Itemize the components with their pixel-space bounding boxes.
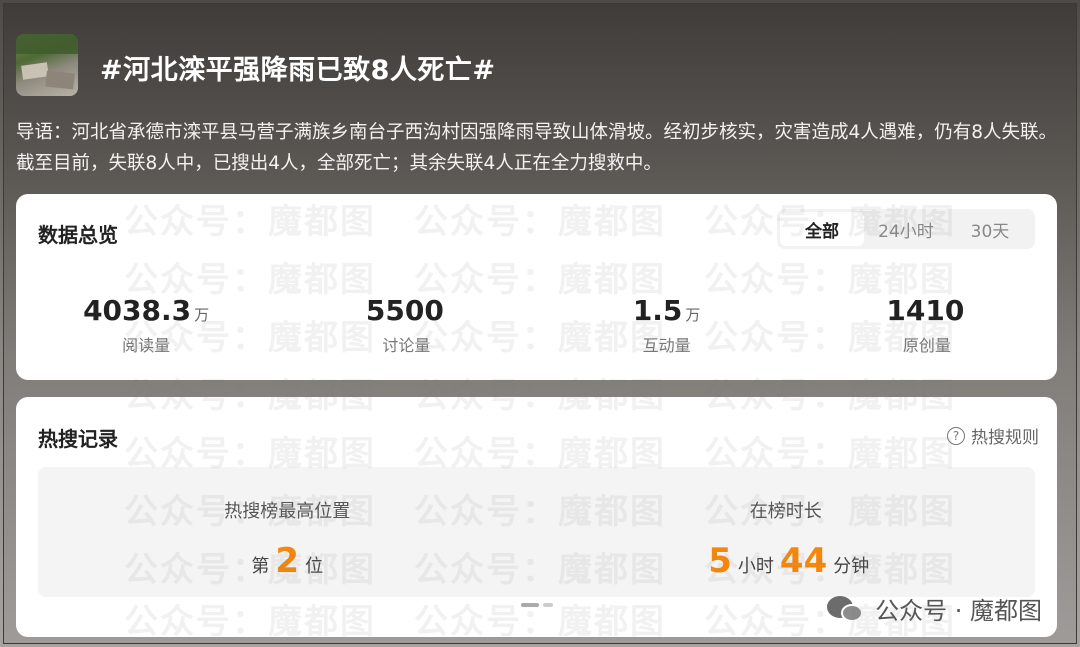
best-position-suffix: 位 [305,556,324,577]
topic-thumbnail[interactable] [16,34,78,96]
time-range-tabs: 全部 24小时 30天 [777,209,1035,249]
stat-originals-value: 1410 [886,294,965,327]
duration-minutes-unit: 分钟 [833,556,870,577]
stat-reads: 4038.3 万 阅读量 [16,294,276,356]
stat-reads-value: 4038.3 [83,294,192,327]
stat-discussions-value: 5500 [365,294,444,327]
duration-hours: 5 [708,541,732,581]
carousel-dots[interactable] [521,603,553,607]
stat-discussions: 5500 讨论量 [276,294,536,356]
stat-originals-label: 原创量 [902,336,951,355]
screenshot-frame: #河北滦平强降雨已致8人死亡# 导语：河北省承德市滦平县马营子满族乡南台子西沟村… [3,3,1077,644]
best-position-caption: 热搜榜最高位置 [224,501,351,522]
duration-caption: 在榜时长 [749,501,822,522]
stat-reads-label: 阅读量 [122,336,171,355]
data-overview-card: 数据总览 全部 24小时 30天 4038.3 万 阅读量 5500 讨论量 1.… [16,194,1057,380]
stat-interactions-label: 互动量 [642,336,691,355]
best-position-cell: 热搜榜最高位置 第 2 位 [38,467,537,597]
best-position-value: 2 [275,541,300,581]
hot-search-title: 热搜记录 [38,427,118,451]
stat-reads-unit: 万 [194,306,210,324]
overview-title: 数据总览 [38,223,118,247]
hot-search-rules-link[interactable]: ? 热搜规则 [947,423,1039,448]
wechat-account-badge: 公众号 · 魔都图 [827,591,1042,626]
duration-hours-unit: 小时 [737,556,774,577]
hot-search-stats-panel: 热搜榜最高位置 第 2 位 在榜时长 5 小时 44 分钟 [38,467,1035,597]
tab-30d[interactable]: 30天 [948,212,1032,246]
stat-interactions-value: 1.5 [632,294,683,327]
duration-cell: 在榜时长 5 小时 44 分钟 [537,467,1036,597]
topic-title: #河北滦平强降雨已致8人死亡# [100,55,496,86]
stat-originals: 1410 原创量 [797,294,1057,356]
tab-24h[interactable]: 24小时 [864,212,948,246]
wechat-icon [827,594,865,624]
stat-interactions-unit: 万 [685,306,701,324]
duration-minutes: 44 [779,541,828,581]
wechat-account-label: 公众号 · 魔都图 [875,597,1042,625]
best-position-prefix: 第 [251,556,270,577]
topic-intro: 导语：河北省承德市滦平县马营子满族乡南台子西沟村因强降雨导致山体滑坡。经初步核实… [16,122,1058,174]
stat-interactions: 1.5 万 互动量 [537,294,797,356]
stat-discussions-label: 讨论量 [382,336,431,355]
question-circle-icon: ? [947,426,965,445]
hot-search-rules-label: 热搜规则 [971,428,1039,448]
stats-row: 4038.3 万 阅读量 5500 讨论量 1.5 万 互动量 1410 原创量 [16,294,1057,356]
tab-all[interactable]: 全部 [780,212,864,246]
